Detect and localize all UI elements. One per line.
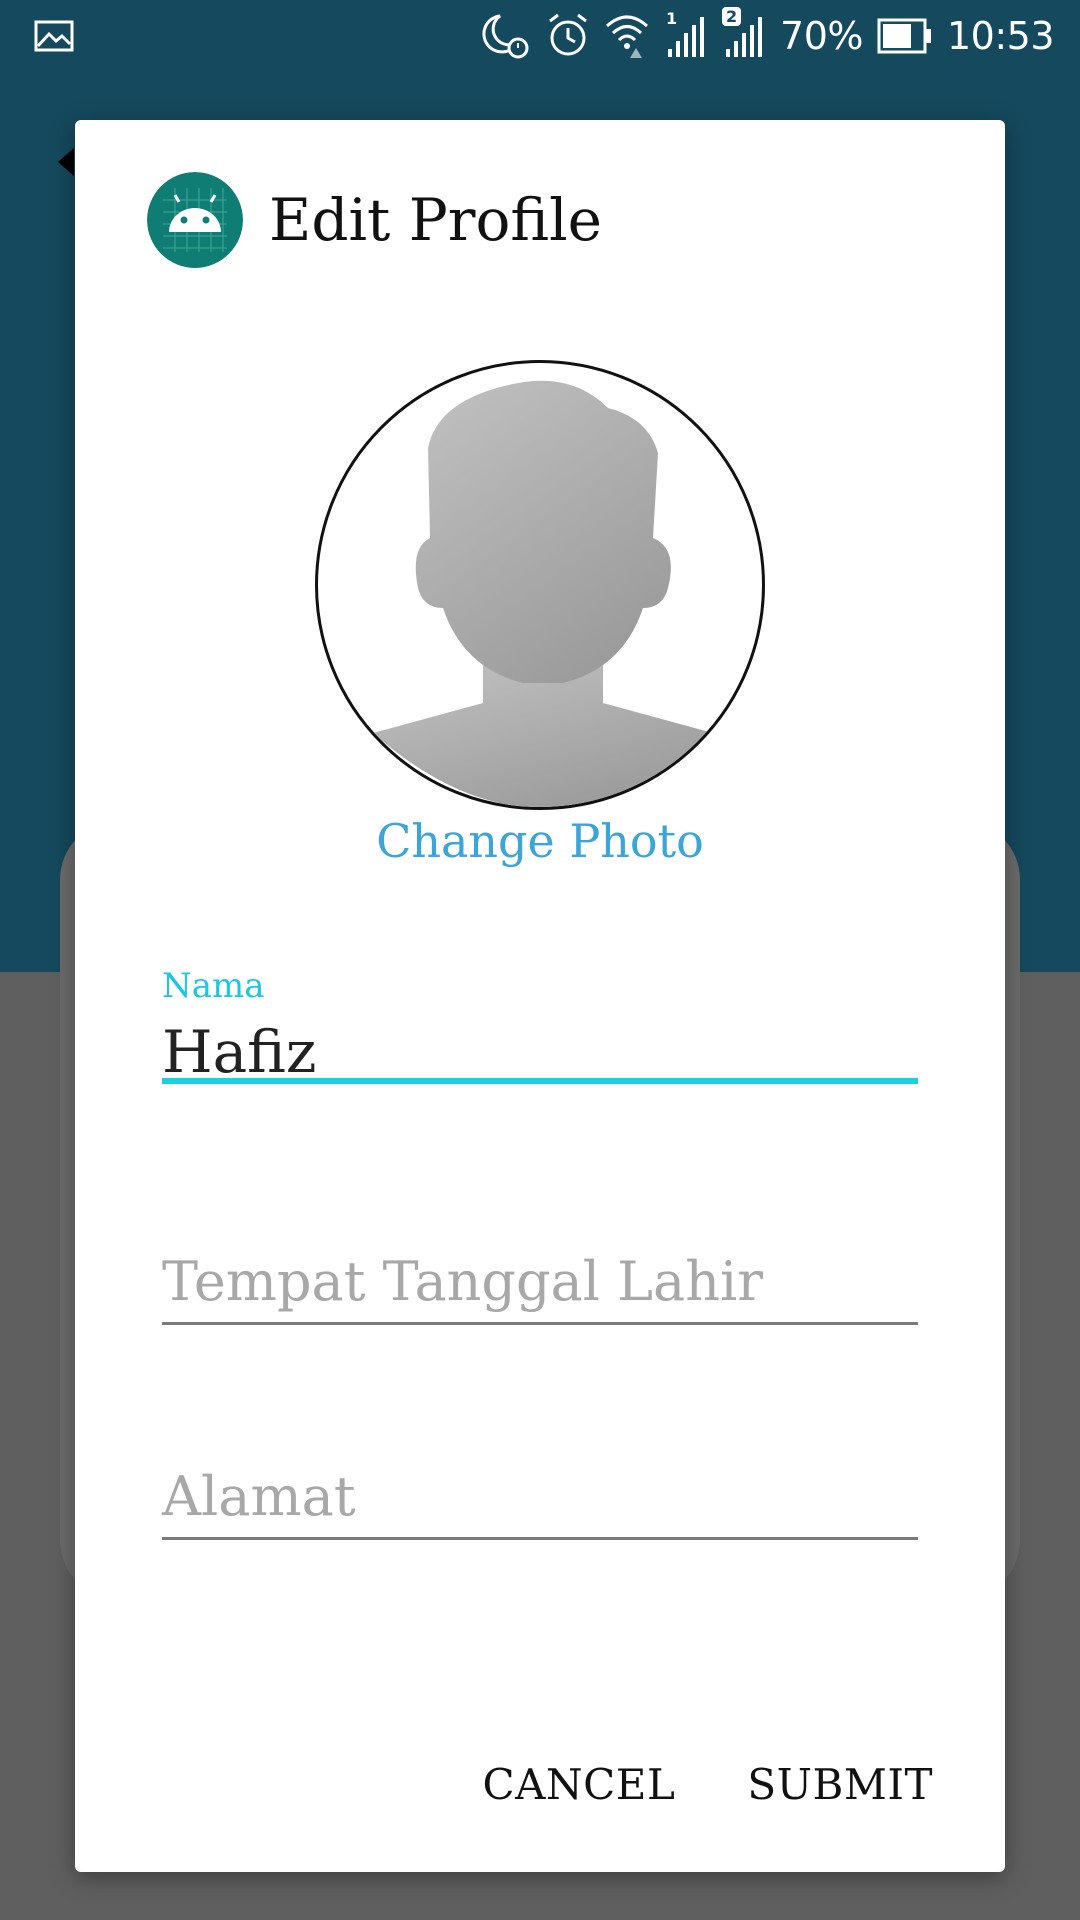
cancel-button[interactable]: CANCEL (482, 1760, 675, 1809)
alamat-placeholder: Alamat (162, 1465, 356, 1528)
status-bar: 1 2 70% 10:53 (0, 0, 1080, 72)
ttl-field[interactable]: Tempat Tanggal Lahir (162, 1250, 918, 1330)
nama-value: Hafiz (162, 1018, 317, 1086)
edit-profile-dialog: Edit Profile Change Photo Nama Hafiz Tem… (75, 120, 1005, 1872)
submit-button[interactable]: SUBMIT (747, 1760, 933, 1809)
alarm-icon (546, 13, 590, 59)
clock: 10:53 (946, 14, 1055, 58)
battery-icon (877, 18, 933, 54)
moon-alarm-icon (478, 12, 532, 60)
battery-percent: 70% (780, 14, 863, 58)
profile-photo[interactable] (315, 360, 765, 810)
wifi-icon (604, 12, 650, 60)
ttl-placeholder: Tempat Tanggal Lahir (162, 1250, 764, 1313)
signal-sim2-icon: 2 (722, 7, 766, 59)
default-avatar-icon (373, 380, 713, 807)
sim1-label: 1 (666, 9, 678, 28)
sim2-label: 2 (722, 7, 742, 26)
dialog-title: Edit Profile (269, 186, 602, 254)
android-app-icon (147, 172, 243, 268)
nama-label: Nama (162, 966, 265, 1006)
nama-field[interactable]: Nama Hafiz (162, 966, 918, 1086)
alamat-field[interactable]: Alamat (162, 1465, 918, 1545)
dialog-header: Edit Profile (147, 172, 602, 268)
ttl-underline (162, 1322, 918, 1325)
signal-sim1-icon: 1 (664, 9, 708, 59)
change-photo-link[interactable]: Change Photo (75, 814, 1005, 868)
dialog-actions: CANCEL SUBMIT (482, 1760, 933, 1809)
back-arrow-icon (58, 148, 74, 176)
gallery-icon (34, 20, 74, 52)
alamat-underline (162, 1537, 918, 1540)
nama-underline (162, 1078, 918, 1084)
